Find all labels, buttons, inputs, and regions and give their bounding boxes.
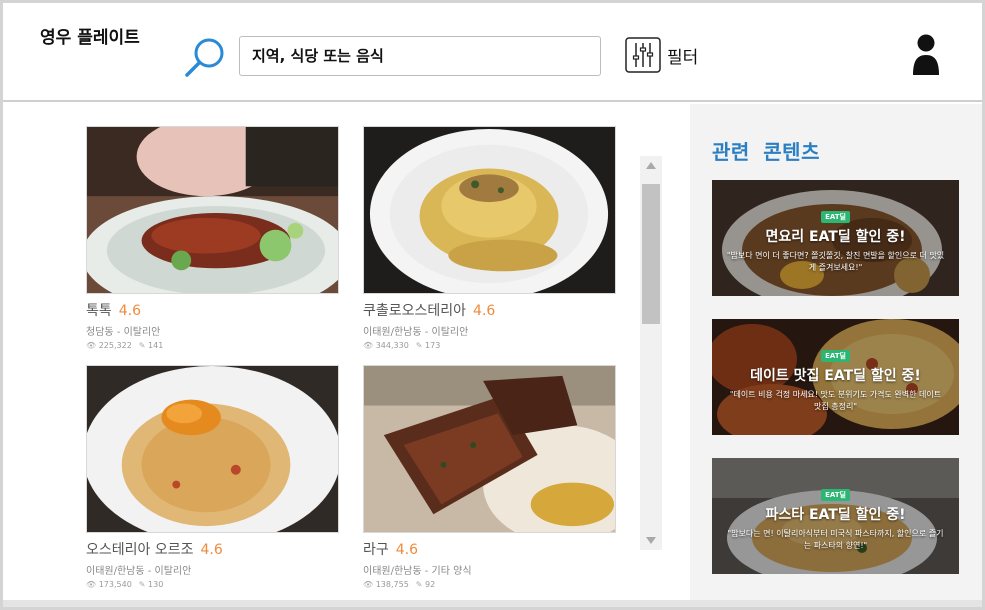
eatdeal-badge: EAT딜: [821, 211, 850, 223]
restaurant-location: 이태원/한남동 - 이탈리안: [363, 327, 469, 338]
view-count: 138,755: [375, 580, 409, 589]
restaurant-stats: 👁 173,540 ✎ 130: [86, 580, 339, 589]
restaurant-stats: 👁 225,322 ✎ 141: [86, 341, 339, 350]
restaurant-card[interactable]: 톡톡 4.6 청담동 - 이탈리안 👁 225,322 ✎ 141: [86, 126, 339, 350]
pencil-icon: ✎: [415, 341, 423, 350]
restaurant-photo: [86, 365, 339, 533]
restaurant-card[interactable]: 오스테리아 오르조 4.6 이태원/한남동 - 이탈리안 👁 173,540 ✎…: [86, 365, 339, 589]
promo-description: "밥보다는 면! 이탈리아식부터 미국식 파스타까지, 할인으로 즐기는 파스타…: [727, 529, 944, 550]
eatdeal-badge: EAT딜: [821, 350, 850, 362]
bottom-edge: [3, 600, 982, 607]
eye-icon: 👁: [363, 341, 374, 350]
view-count: 344,330: [375, 341, 409, 350]
sliders-icon: [625, 37, 661, 73]
user-icon[interactable]: [911, 33, 941, 77]
search-icon[interactable]: [183, 35, 227, 79]
pencil-icon: ✎: [415, 580, 423, 589]
restaurant-location: 이태원/한남동 - 기타 양식: [363, 566, 472, 577]
restaurant-name: 오스테리아 오르조: [86, 542, 194, 558]
app-title[interactable]: 영우 플레이트: [40, 23, 140, 48]
promo-title: 데이트 맛집 EAT딜 할인 중!: [750, 368, 921, 384]
eye-icon: 👁: [363, 580, 374, 589]
review-count: 141: [148, 341, 164, 350]
review-count: 130: [148, 580, 164, 589]
restaurant-photo: [363, 365, 616, 533]
related-content-sidebar: 관련 콘텐츠 EAT딜 면요리 EAT딜 할인 중! "밥보다 면이 더 좋다면…: [690, 104, 982, 600]
header: 영우 플레이트 필터: [3, 3, 982, 102]
restaurant-rating: 4.6: [473, 303, 496, 319]
restaurant-stats: 👁 138,755 ✎ 92: [363, 580, 616, 589]
scroll-up-arrow-icon[interactable]: [640, 156, 662, 176]
pencil-icon: ✎: [138, 341, 146, 350]
promo-description: "밥보다 면이 더 좋다면? 쫄깃쫄깃, 찰진 면발을 할인으로 더 맛있게 즐…: [726, 251, 945, 272]
restaurant-name: 톡톡: [86, 303, 112, 319]
restaurant-name: 쿠촐로오스테리아: [363, 303, 467, 319]
view-count: 225,322: [98, 341, 132, 350]
restaurant-photo: [86, 126, 339, 294]
promo-card[interactable]: EAT딜 데이트 맛집 EAT딜 할인 중! "데이트 비용 걱정 마세요! 맛…: [712, 319, 959, 435]
restaurant-location: 이태원/한남동 - 이탈리안: [86, 566, 192, 577]
restaurant-rating: 4.6: [395, 542, 419, 558]
promo-card[interactable]: EAT딜 면요리 EAT딜 할인 중! "밥보다 면이 더 좋다면? 쫄깃쫄깃,…: [712, 180, 959, 296]
view-count: 173,540: [98, 580, 132, 589]
list-scrollbar[interactable]: [640, 156, 662, 550]
restaurant-stats: 👁 344,330 ✎ 173: [363, 341, 616, 350]
eye-icon: 👁: [86, 580, 97, 589]
eye-icon: 👁: [86, 341, 97, 350]
eatdeal-badge: EAT딜: [821, 489, 850, 501]
restaurant-card[interactable]: 쿠촐로오스테리아 4.6 이태원/한남동 - 이탈리안 👁 344,330 ✎ …: [363, 126, 616, 350]
restaurant-card[interactable]: 라구 4.6 이태원/한남동 - 기타 양식 👁 138,755 ✎ 92: [363, 365, 616, 589]
review-count: 173: [425, 341, 441, 350]
restaurant-name: 라구: [363, 542, 389, 558]
restaurant-rating: 4.6: [200, 542, 223, 558]
search-input[interactable]: [239, 36, 601, 76]
filter-button[interactable]: 필터: [625, 36, 698, 74]
pencil-icon: ✎: [138, 580, 146, 589]
restaurant-rating: 4.6: [118, 303, 142, 319]
promo-description: "데이트 비용 걱정 마세요! 맛도 분위기도 가격도 완벽한 데이트 맛집 총…: [729, 390, 942, 411]
restaurant-list: 톡톡 4.6 청담동 - 이탈리안 👁 225,322 ✎ 141 쿠촐로오스테…: [3, 104, 689, 600]
scroll-down-arrow-icon[interactable]: [640, 530, 662, 550]
restaurant-photo: [363, 126, 616, 294]
restaurant-location: 청담동 - 이탈리안: [86, 327, 161, 338]
promo-title: 파스타 EAT딜 할인 중!: [765, 507, 906, 523]
review-count: 92: [425, 580, 436, 589]
filter-label: 필터: [667, 47, 699, 68]
sidebar-title: 관련 콘텐츠: [712, 140, 820, 164]
promo-title: 면요리 EAT딜 할인 중!: [765, 229, 906, 245]
scroll-thumb[interactable]: [642, 184, 660, 324]
promo-card[interactable]: EAT딜 파스타 EAT딜 할인 중! "밥보다는 면! 이탈리아식부터 미국식…: [712, 458, 959, 574]
